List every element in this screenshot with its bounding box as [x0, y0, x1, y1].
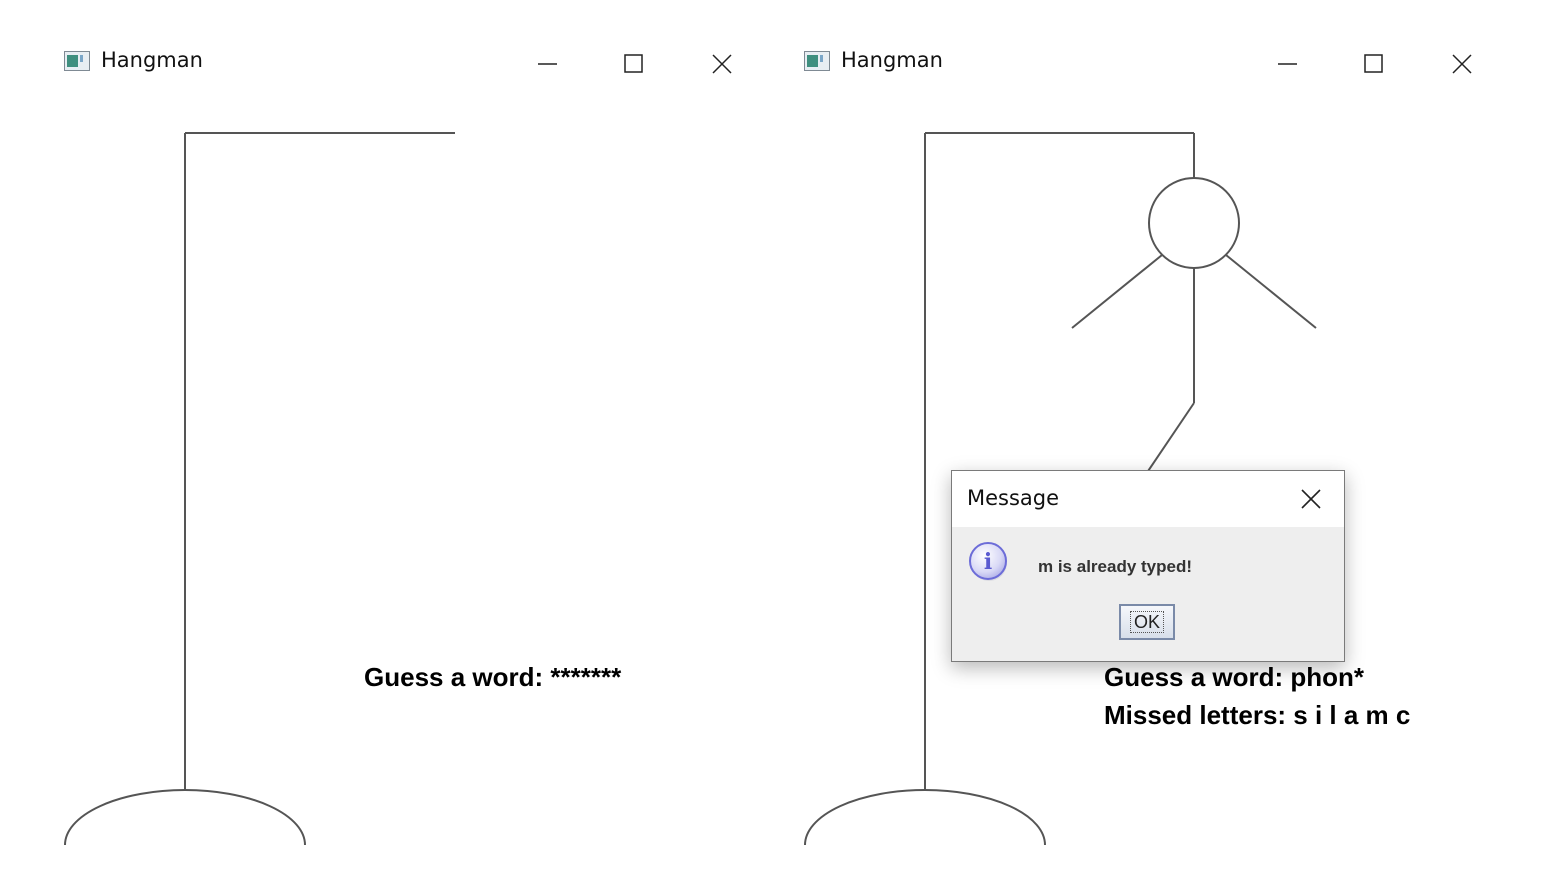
dialog-message: m is already typed!	[1038, 557, 1193, 576]
close-icon[interactable]	[1296, 484, 1326, 514]
missed-letters-label: Missed letters: s i l a m c	[1104, 700, 1411, 730]
title-bar-left[interactable]: Hangman	[0, 38, 770, 84]
close-icon[interactable]	[702, 41, 742, 81]
gallows-canvas-right	[804, 132, 1317, 846]
hangman-window-right: Hangman Guess a word: phon* Missed lette…	[740, 0, 1557, 876]
ok-button-label: OK	[1129, 611, 1164, 633]
gallows-base	[64, 789, 306, 846]
close-icon[interactable]	[1442, 41, 1482, 81]
dialog-title: Message	[967, 486, 1060, 510]
guess-word-label: Guess a word: phon*	[1104, 662, 1365, 692]
hangman-window-left: Hangman Guess a word: *******	[0, 0, 770, 876]
guess-word-label: Guess a word: *******	[364, 662, 622, 692]
hangman-head	[1148, 177, 1240, 269]
hangman-left-arm	[1071, 254, 1163, 329]
gallows-canvas-left	[64, 132, 455, 846]
app-window-icon	[64, 51, 90, 71]
svg-text:i: i	[984, 549, 992, 575]
minimize-icon[interactable]	[1268, 41, 1308, 81]
app-window-icon	[804, 51, 830, 71]
ok-button[interactable]: OK	[1119, 604, 1175, 640]
maximize-icon[interactable]	[1354, 41, 1394, 81]
message-dialog: Message i m is already typed! OK	[951, 470, 1345, 662]
minimize-icon[interactable]	[528, 41, 568, 81]
maximize-icon[interactable]	[614, 41, 654, 81]
dialog-title-bar[interactable]: Message	[952, 471, 1344, 527]
window-title: Hangman	[101, 48, 203, 72]
window-title: Hangman	[841, 48, 943, 72]
gallows-base	[804, 789, 1046, 846]
hangman-right-arm	[1225, 254, 1317, 329]
title-bar-right[interactable]: Hangman	[740, 38, 1557, 84]
info-icon: i	[969, 542, 1007, 581]
